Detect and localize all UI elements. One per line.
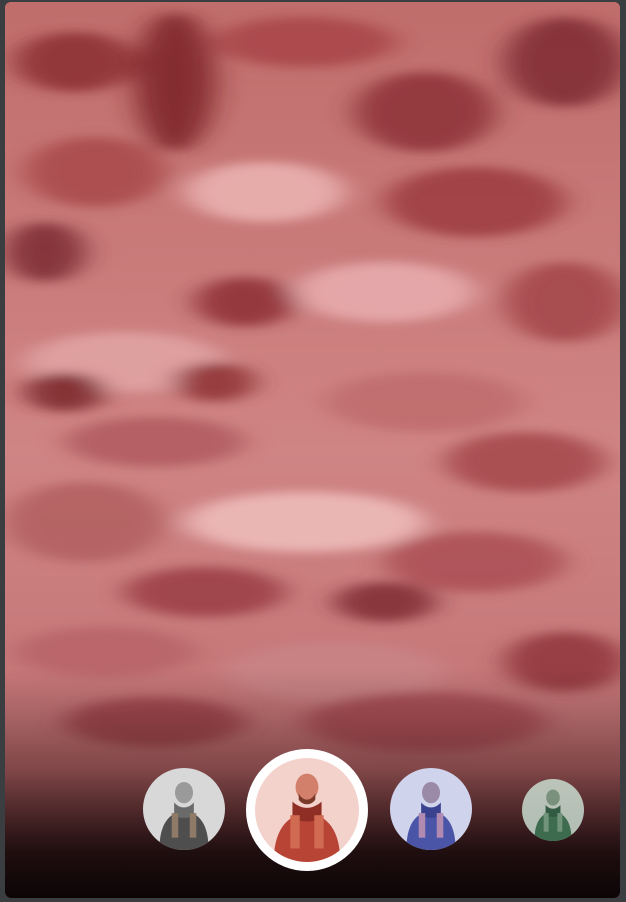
portrait-thumbnail-icon [143,768,225,850]
filter-thumb-red[interactable] [255,758,359,862]
portrait-thumbnail-icon [255,758,359,862]
portrait-thumbnail-icon [522,779,584,841]
portrait-thumbnail-icon [390,768,472,850]
filter-thumb-blue[interactable] [390,768,472,850]
filter-carousel[interactable] [0,748,626,872]
filter-thumb-mono[interactable] [143,768,225,850]
filter-thumb-green[interactable] [522,779,584,841]
device-frame [0,0,626,902]
